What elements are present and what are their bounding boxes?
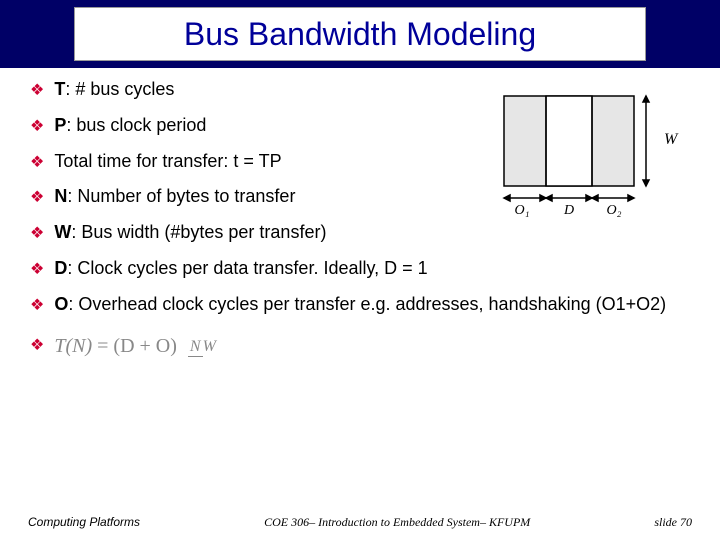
diamond-icon: ❖ — [30, 224, 44, 245]
title-bar: Bus Bandwidth Modeling — [0, 0, 720, 68]
footer-mid: COE 306– Introduction to Embedded System… — [264, 515, 530, 530]
title-box: Bus Bandwidth Modeling — [74, 7, 646, 61]
diamond-icon: ❖ — [30, 336, 44, 357]
diamond-icon: ❖ — [30, 296, 44, 317]
label-d: D — [563, 203, 574, 218]
list-item: ❖ T(N) = (D + O) NW — [30, 333, 690, 359]
label-w: W — [664, 131, 679, 148]
footer-right: slide 70 — [654, 515, 692, 530]
timing-diagram: O₁ D O₂ W — [484, 86, 684, 226]
diamond-icon: ❖ — [30, 153, 44, 174]
diagram-svg: O₁ D O₂ W — [484, 86, 684, 226]
diamond-icon: ❖ — [30, 81, 44, 102]
diamond-icon: ❖ — [30, 188, 44, 209]
footer-left: Computing Platforms — [28, 515, 140, 530]
list-item: ❖ O: Overhead clock cycles per transfer … — [30, 293, 690, 317]
label-o1: O₁ — [515, 203, 530, 218]
diamond-icon: ❖ — [30, 260, 44, 281]
bullet-text: O: Overhead clock cycles per transfer e.… — [54, 293, 690, 316]
list-item: ❖ D: Clock cycles per data transfer. Ide… — [30, 257, 690, 281]
diamond-icon: ❖ — [30, 117, 44, 138]
label-o2: O₂ — [607, 203, 622, 218]
footer: Computing Platforms COE 306– Introductio… — [0, 515, 720, 530]
slide-title: Bus Bandwidth Modeling — [184, 16, 536, 53]
formula-text: T(N) = (D + O) NW — [54, 333, 690, 359]
bullet-text: D: Clock cycles per data transfer. Ideal… — [54, 257, 690, 280]
